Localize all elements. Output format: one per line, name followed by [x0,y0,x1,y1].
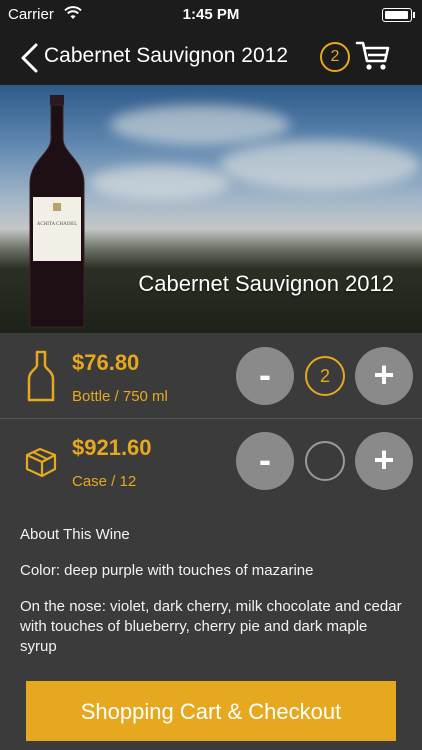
cloud [90,165,230,200]
case-decrement-button[interactable]: - [236,432,294,490]
wine-hero-image: ACHITA CHAISEL Cabernet Sauvignon 2012 [0,85,422,333]
box-icon [25,447,57,478]
cloud [110,105,290,145]
bottle-decrement-button[interactable]: - [236,347,294,405]
bottle-increment-button[interactable]: + [355,347,413,405]
nav-title: Cabernet Sauvignon 2012 [44,44,289,67]
nav-bar: Cabernet Sauvignon 2012 2 [0,30,422,85]
case-unit: Case / 12 [72,473,137,490]
case-price: $921.60 [72,435,152,460]
bottle-quantity: 2 [305,356,345,396]
cloud [220,140,420,190]
about-section: About This Wine Color: deep purple with … [20,525,405,673]
hero-wine-title: Cabernet Sauvignon 2012 [138,271,394,296]
bottle-price: $76.80 [72,350,140,375]
wine-bottle-image: ACHITA CHAISEL [29,95,85,328]
about-heading: About This Wine [20,526,130,543]
bottle-unit: Bottle / 750 ml [72,388,168,405]
case-increment-button[interactable]: + [355,432,413,490]
about-color: Color: deep purple with touches of mazar… [20,562,314,579]
cart-icon[interactable] [355,38,391,74]
battery-icon [382,8,415,22]
chevron-left-icon[interactable] [16,42,42,74]
case-quantity [305,441,345,481]
case-option-row: $921.60 Case / 12 - + [0,419,422,503]
checkout-button[interactable]: Shopping Cart & Checkout [26,681,396,741]
status-time: 1:45 PM [182,6,240,23]
cart-count-badge[interactable]: 2 [320,42,350,72]
status-bar: Carrier 1:45 PM [0,0,422,30]
bottle-label-text: ACHITA CHAISEL [37,222,78,227]
bottle-icon [27,350,55,402]
bottle-option-row: $76.80 Bottle / 750 ml - 2 + [0,334,422,419]
about-nose: On the nose: violet, dark cherry, milk c… [20,598,402,655]
